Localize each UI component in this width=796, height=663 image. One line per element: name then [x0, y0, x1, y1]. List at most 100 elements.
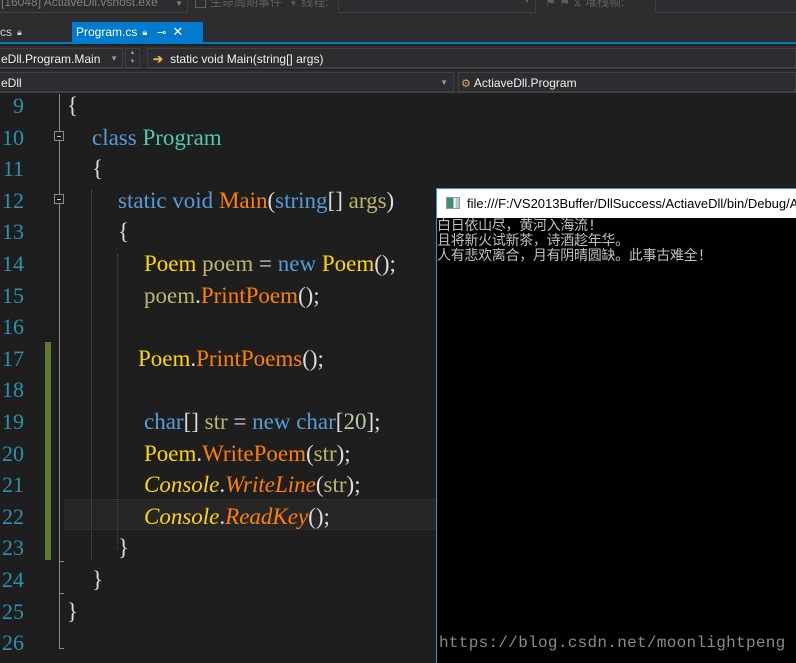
code-line[interactable]: } [118, 532, 129, 563]
chevron-down-icon[interactable]: ▼ [126, 58, 139, 67]
line-number: 18 [2, 377, 24, 403]
thread-label: 线程: [301, 0, 329, 9]
flag-icon[interactable]: ⚑ [545, 0, 556, 9]
stack-frame-label: 堆栈帧: [585, 0, 625, 9]
process-dropdown[interactable]: [16048] ActiaveDll.vshost.exe ▼ [0, 0, 188, 13]
code-token: string [275, 187, 328, 213]
code-line[interactable]: Poem.WritePoem(str); [144, 438, 351, 469]
code-token: Main [218, 187, 268, 213]
console-output-line: 白日依山尽，黄河入海流! [437, 218, 596, 234]
code-line[interactable]: poem.PrintPoem(); [144, 280, 320, 311]
project-scope-label: eDll [1, 76, 22, 90]
chevron-down-icon: ▼ [523, 0, 531, 5]
code-token: (); [308, 503, 330, 529]
code-token: new [252, 409, 297, 434]
code-line[interactable]: Poem.PrintPoems(); [138, 343, 324, 374]
code-token: } [92, 567, 104, 592]
outline-end-tick [59, 561, 64, 562]
console-output: 白日依山尽，黄河入海流! 且将新火试新茶，诗酒趁年华。 人有悲欢离合，月有阴晴圆… [437, 219, 796, 264]
chevron-down-icon: ▼ [110, 54, 118, 63]
code-token: [] [183, 409, 205, 434]
code-token: [] [327, 187, 349, 213]
tab-label: Program.cs [76, 25, 138, 39]
member-scope-spinner[interactable]: ▲ ▼ [125, 48, 140, 68]
filter-icon[interactable]: ⧖ [573, 0, 581, 9]
line-number: 20 [2, 440, 24, 466]
code-token: poem [144, 282, 196, 308]
member-scope-label: eDll.Program.Main [1, 52, 101, 66]
code-token: char [296, 409, 336, 434]
code-line[interactable]: { [118, 216, 129, 247]
code-token: } [67, 598, 79, 624]
code-token: 20 [343, 409, 367, 434]
line-number: 23 [2, 535, 24, 561]
project-scope-dropdown[interactable]: eDll ▼ [0, 72, 454, 92]
code-token: ( [305, 440, 314, 466]
line-number: 13 [2, 219, 24, 245]
collapse-icon[interactable] [54, 131, 64, 141]
console-output-line: 且将新火试新茶，诗酒趁年华。 [437, 233, 629, 249]
member-signature-dropdown[interactable]: ➔ static void Main(string[] args) [147, 48, 796, 68]
tab-program-cs[interactable]: Program.cs 🔒︎ ⊸ ✕ [72, 22, 203, 42]
lock-icon: 🔒︎ [17, 27, 22, 37]
code-line[interactable]: char[] str = new char[20]; [144, 406, 381, 437]
code-line[interactable]: { [92, 153, 103, 184]
class-scope-dropdown[interactable]: ⚙ ActiaveDll.Program [458, 72, 796, 92]
member-signature-label: static void Main(string[] args) [170, 52, 324, 66]
lock-icon: 🔒︎ [142, 27, 148, 37]
collapse-icon[interactable] [54, 194, 64, 204]
console-window[interactable]: file:///F:/VS2013Buffer/DllSuccess/Actia… [436, 188, 796, 663]
chevron-up-icon[interactable]: ▲ [126, 49, 139, 58]
line-number: 14 [2, 251, 24, 276]
code-token: ( [315, 472, 324, 498]
code-line[interactable]: Console.ReadKey(); [144, 501, 330, 532]
console-app-icon [446, 197, 460, 209]
line-number: 19 [2, 409, 24, 434]
code-token: new [277, 251, 322, 276]
code-line[interactable]: class Program [92, 122, 222, 153]
code-line[interactable]: } [92, 564, 103, 595]
code-token: ) [386, 187, 395, 213]
thread-dropdown[interactable]: ▼ [338, 0, 536, 13]
code-token: Poem [144, 251, 203, 276]
code-token: = [253, 251, 278, 276]
code-token: PrintPoem [200, 282, 298, 308]
code-token: (); [302, 345, 324, 371]
line-number: 15 [2, 282, 24, 308]
code-token: str [323, 472, 347, 498]
code-line[interactable]: Poem poem = new Poem(); [144, 248, 396, 279]
code-token: (); [374, 251, 396, 276]
code-line[interactable]: static void Main(string[] args) [118, 185, 394, 216]
console-title-bar[interactable]: file:///F:/VS2013Buffer/DllSuccess/Actia… [437, 188, 796, 218]
document-tab-strip: cs 🔒︎ Program.cs 🔒︎ ⊸ ✕ [0, 22, 796, 44]
code-token: = [227, 409, 253, 434]
code-token: poem [202, 251, 254, 276]
debug-toolbar: [16048] ActiaveDll.vshost.exe ▼ 生命周期事件 ▼… [0, 0, 796, 22]
flag-dropdown-icon[interactable]: ⚑ [559, 0, 570, 9]
code-token: { [118, 219, 130, 245]
line-number: 26 [2, 630, 24, 656]
code-line[interactable]: Console.WriteLine(str); [144, 469, 361, 500]
code-token: (); [297, 282, 320, 308]
pin-icon[interactable]: ⊸ [157, 23, 166, 43]
code-token: Poem [138, 345, 191, 371]
tab-inactive-file[interactable]: cs 🔒︎ [0, 22, 22, 42]
code-line[interactable]: } [67, 596, 78, 627]
close-icon[interactable]: ✕ [172, 22, 183, 42]
chevron-down-icon: ▼ [289, 0, 298, 8]
line-number: 9 [13, 93, 24, 118]
outline-line [59, 94, 60, 649]
code-token: Poem [144, 440, 197, 466]
line-number: 21 [2, 472, 24, 498]
lifecycle-events-button[interactable]: 生命周期事件 ▼ 线程: [195, 0, 329, 12]
code-token: char [144, 409, 184, 434]
code-token: args [348, 187, 387, 213]
code-token: str [204, 409, 228, 434]
change-indicator-bar [45, 342, 51, 560]
stack-frame-dropdown[interactable] [655, 0, 796, 13]
code-token: Console [144, 472, 220, 498]
line-number: 17 [2, 345, 24, 371]
code-line[interactable]: { [67, 90, 78, 121]
line-number: 12 [2, 187, 24, 213]
member-scope-dropdown[interactable]: eDll.Program.Main ▼ [0, 48, 123, 68]
